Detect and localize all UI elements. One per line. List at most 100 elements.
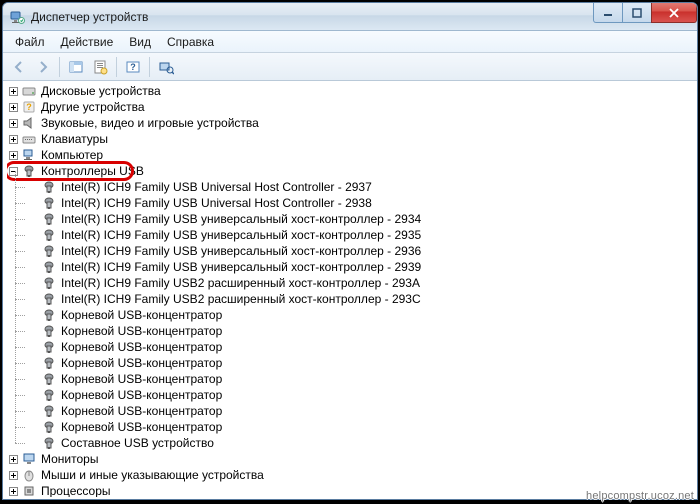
console-root-icon [68, 59, 84, 75]
titlebar[interactable]: Диспетчер устройств [3, 3, 697, 31]
speaker-icon [21, 115, 37, 131]
toolbar-back-button[interactable] [7, 55, 31, 79]
menu-action[interactable]: Действие [53, 33, 122, 51]
computer-icon [21, 147, 37, 163]
usb-icon [41, 275, 57, 291]
usb-icon [41, 227, 57, 243]
toolbar-help-button[interactable]: ? [121, 55, 145, 79]
usb-icon [41, 435, 57, 451]
keyboard-icon [21, 131, 37, 147]
usb-icon [41, 211, 57, 227]
tree-node-computer[interactable]: Компьютер [7, 147, 695, 163]
tree-node-usb-child[interactable]: Корневой USB-концентратор [27, 387, 695, 403]
tree-node-sound[interactable]: Звуковые, видео и игровые устройства [7, 115, 695, 131]
tree-node-usb[interactable]: Контроллеры USBIntel(R) ICH9 Family USB … [7, 163, 695, 451]
svg-text:?: ? [130, 62, 136, 72]
expand-icon[interactable] [7, 149, 19, 161]
svg-text:?: ? [26, 102, 32, 112]
tree-node-usb-child[interactable]: Intel(R) ICH9 Family USB универсальный х… [27, 259, 695, 275]
device-tree[interactable]: Дисковые устройства?Другие устройстваЗву… [7, 83, 695, 497]
tree-node-usb-child[interactable]: Intel(R) ICH9 Family USB2 расширенный хо… [27, 291, 695, 307]
toolbar-forward-button[interactable] [31, 55, 55, 79]
device-manager-window: Диспетчер устройств Файл Действие Вид Сп… [2, 2, 698, 500]
tree-node-label: Корневой USB-концентратор [61, 387, 222, 403]
minimize-button[interactable] [593, 3, 623, 23]
tree-node-mice[interactable]: Мыши и иные указывающие устройства [7, 467, 695, 483]
usb-icon [41, 323, 57, 339]
usb-icon [41, 371, 57, 387]
tree-node-usb-child[interactable]: Корневой USB-концентратор [27, 355, 695, 371]
toolbar: ? [3, 53, 697, 81]
toolbar-separator [59, 57, 60, 77]
tree-node-label: Контроллеры USB [41, 163, 144, 179]
expand-icon[interactable] [7, 117, 19, 129]
collapse-icon[interactable] [7, 165, 19, 177]
expand-icon[interactable] [7, 469, 19, 481]
usb-icon [41, 291, 57, 307]
usb-icon [41, 355, 57, 371]
tree-node-usb-child[interactable]: Корневой USB-концентратор [27, 307, 695, 323]
usb-icon [41, 307, 57, 323]
tree-node-usb-child[interactable]: Корневой USB-концентратор [27, 323, 695, 339]
monitor-icon [21, 451, 37, 467]
maximize-button[interactable] [622, 3, 652, 23]
usb-icon [21, 163, 37, 179]
tree-node-label: Мыши и иные указывающие устройства [41, 467, 264, 483]
tree-node-usb-child[interactable]: Корневой USB-концентратор [27, 403, 695, 419]
toolbar-separator [116, 57, 117, 77]
cpu-icon [21, 483, 37, 497]
forward-icon [35, 59, 51, 75]
expand-icon[interactable] [7, 101, 19, 113]
window-controls [594, 3, 697, 23]
tree-node-usb-child[interactable]: Intel(R) ICH9 Family USB Universal Host … [27, 179, 695, 195]
tree-node-usb-child[interactable]: Intel(R) ICH9 Family USB универсальный х… [27, 243, 695, 259]
expand-icon[interactable] [7, 453, 19, 465]
tree-node-label: Процессоры [41, 483, 111, 497]
usb-icon [41, 403, 57, 419]
tree-node-label: Intel(R) ICH9 Family USB Universal Host … [61, 179, 372, 195]
tree-node-usb-child[interactable]: Intel(R) ICH9 Family USB Universal Host … [27, 195, 695, 211]
tree-node-label: Мониторы [41, 451, 98, 467]
usb-icon [41, 387, 57, 403]
tree-node-label: Корневой USB-концентратор [61, 419, 222, 435]
back-icon [11, 59, 27, 75]
expand-icon[interactable] [7, 485, 19, 497]
tree-node-usb-child[interactable]: Корневой USB-концентратор [27, 339, 695, 355]
toolbar-properties-button[interactable] [88, 55, 112, 79]
usb-icon [41, 259, 57, 275]
toolbar-show-root-button[interactable] [64, 55, 88, 79]
app-icon [9, 9, 25, 25]
menu-file[interactable]: Файл [7, 33, 53, 51]
tree-node-monitors[interactable]: Мониторы [7, 451, 695, 467]
tree-node-usb-child[interactable]: Составное USB устройство [27, 435, 695, 451]
tree-node-usb-child[interactable]: Корневой USB-концентратор [27, 419, 695, 435]
tree-node-keyboards[interactable]: Клавиатуры [7, 131, 695, 147]
tree-node-label: Intel(R) ICH9 Family USB универсальный х… [61, 227, 421, 243]
tree-node-usb-child[interactable]: Intel(R) ICH9 Family USB универсальный х… [27, 211, 695, 227]
usb-icon [41, 339, 57, 355]
tree-node-label: Звуковые, видео и игровые устройства [41, 115, 259, 131]
help-icon: ? [125, 59, 141, 75]
tree-node-other[interactable]: ?Другие устройства [7, 99, 695, 115]
tree-node-usb-child[interactable]: Корневой USB-концентратор [27, 371, 695, 387]
tree-node-label: Intel(R) ICH9 Family USB2 расширенный хо… [61, 291, 421, 307]
tree-node-usb-child[interactable]: Intel(R) ICH9 Family USB универсальный х… [27, 227, 695, 243]
expand-icon[interactable] [7, 133, 19, 145]
menu-help[interactable]: Справка [159, 33, 222, 51]
close-button[interactable] [651, 3, 697, 23]
toolbar-scan-button[interactable] [154, 55, 178, 79]
tree-node-disks[interactable]: Дисковые устройства [7, 83, 695, 99]
tree-node-label: Intel(R) ICH9 Family USB универсальный х… [61, 211, 421, 227]
unknown-icon: ? [21, 99, 37, 115]
tree-node-label: Intel(R) ICH9 Family USB универсальный х… [61, 259, 421, 275]
expand-icon[interactable] [7, 85, 19, 97]
menu-view[interactable]: Вид [121, 33, 159, 51]
tree-node-label: Корневой USB-концентратор [61, 403, 222, 419]
usb-icon [41, 195, 57, 211]
tree-node-label: Intel(R) ICH9 Family USB2 расширенный хо… [61, 275, 420, 291]
tree-node-label: Клавиатуры [41, 131, 108, 147]
tree-node-label: Intel(R) ICH9 Family USB Universal Host … [61, 195, 372, 211]
tree-node-label: Компьютер [41, 147, 103, 163]
tree-node-usb-child[interactable]: Intel(R) ICH9 Family USB2 расширенный хо… [27, 275, 695, 291]
watermark: helpcompstr.ucoz.net [586, 490, 694, 502]
